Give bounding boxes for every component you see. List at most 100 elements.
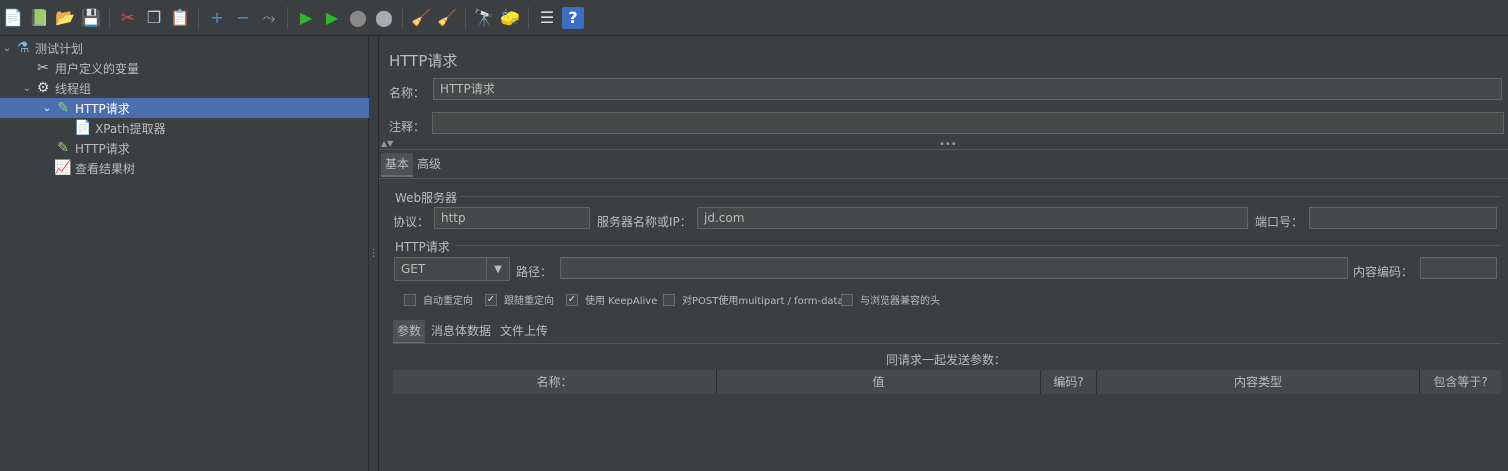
port-field[interactable] — [1309, 207, 1497, 229]
panel-title: HTTP请求 — [389, 52, 458, 70]
search-icon[interactable]: 🔭 — [473, 7, 495, 29]
cut-icon[interactable]: ✂ — [117, 7, 139, 29]
web-server-group-line — [461, 196, 1501, 197]
new-icon[interactable]: 📄 — [2, 7, 24, 29]
tree-item-label: 线程组 — [55, 81, 92, 96]
toolbar-separator — [465, 6, 466, 29]
reset-search-icon[interactable]: 🧽 — [499, 7, 521, 29]
test-plan-icon: ⚗ — [16, 40, 30, 56]
toolbar: 📄 📗 📂 💾 ✂ ❐ 📋 + − ⤳ ▶ ▶ ⬤ ⬤ 🧹 🧹 🔭 🧽 ☰? — [0, 0, 1508, 36]
tree-item[interactable]: ⌄ ⚗ 测试计划 — [0, 38, 369, 58]
templates-icon[interactable]: 📗 — [28, 7, 50, 29]
tree-item-label: 用户定义的变量 — [55, 61, 140, 76]
protocol-field[interactable]: http — [434, 207, 590, 229]
clear-icon[interactable]: 🧹 — [410, 7, 432, 29]
encoding-field[interactable] — [1420, 257, 1497, 279]
method-value: GET — [401, 262, 426, 276]
tree-item[interactable]: ⌄ ✎ HTTP请求 — [0, 98, 369, 118]
xpath-extractor-icon: 📄 — [74, 120, 92, 136]
server-field[interactable]: jd.com — [697, 207, 1248, 229]
clear-all-icon[interactable]: 🧹 — [436, 7, 458, 29]
collapse-icon[interactable]: − — [232, 7, 254, 29]
column-content-type[interactable]: 内容类型 — [1097, 370, 1420, 394]
tree-item[interactable]: 📄 XPath提取器 — [0, 118, 369, 138]
tree-item[interactable]: ⌄ ⚙ 线程组 — [0, 78, 369, 98]
http-sampler-icon: ✎ — [57, 140, 69, 156]
chevron-down-icon[interactable]: ⌄ — [20, 83, 34, 94]
thread-group-icon: ⚙ — [36, 80, 50, 96]
comment-label: 注释： — [389, 120, 426, 134]
tab-basic[interactable]: 基本 — [381, 153, 414, 177]
toolbar-separator — [287, 6, 288, 29]
checkbox-label: 对POST使用multipart / form-data — [682, 296, 844, 307]
checkbox-box[interactable] — [404, 293, 416, 306]
http-request-group-line — [455, 245, 1501, 246]
column-include-equals[interactable]: 包含等于? — [1420, 370, 1501, 394]
tab-parameters[interactable]: 参数 — [393, 320, 426, 344]
open-icon[interactable]: 📂 — [54, 7, 76, 29]
tree-item[interactable]: 📈 查看结果树 — [0, 158, 369, 178]
tree-item[interactable]: ✎ HTTP请求 — [0, 138, 369, 158]
column-value[interactable]: 值 — [717, 370, 1041, 394]
pane-splitter[interactable]: ⋮ — [369, 36, 379, 471]
toolbar-separator — [198, 6, 199, 29]
port-label: 端口号： — [1255, 215, 1304, 229]
checkbox-label: 使用 KeepAlive — [585, 296, 658, 307]
name-label: 名称： — [389, 86, 426, 100]
name-field[interactable]: HTTP请求 — [433, 78, 1502, 100]
checkbox-label: 自动重定向 — [423, 296, 473, 307]
stop-icon[interactable]: ⬤ — [347, 7, 369, 29]
method-select[interactable]: GET ▼ — [394, 257, 510, 281]
divider — [379, 149, 1508, 150]
checkbox-box[interactable]: ✓ — [566, 293, 578, 306]
paste-icon[interactable]: 📋 — [169, 7, 191, 29]
function-helper-icon[interactable]: ☰ — [536, 7, 558, 29]
shutdown-icon[interactable]: ⬤ — [373, 7, 395, 29]
tree-item-label: 测试计划 — [35, 41, 84, 56]
column-name[interactable]: 名称： — [393, 370, 717, 394]
copy-icon[interactable]: ❐ — [143, 7, 165, 29]
params-table-header: 名称： 值 编码? 内容类型 包含等于? — [393, 370, 1501, 394]
start-icon[interactable]: ▶ — [295, 7, 317, 29]
chevron-down-icon[interactable]: ⌄ — [40, 103, 54, 114]
checkbox-label: 与浏览器兼容的头 — [860, 296, 940, 307]
chevron-down-icon[interactable]: ⌄ — [0, 43, 14, 54]
toolbar-separator — [528, 6, 529, 29]
path-field[interactable] — [560, 257, 1348, 279]
tree-item-label: HTTP请求 — [75, 101, 130, 116]
encoding-label: 内容编码： — [1353, 265, 1414, 279]
http-request-group-label: HTTP请求 — [395, 240, 450, 254]
follow-redirect-checkbox[interactable]: ✓ 跟随重定向 — [485, 292, 554, 307]
tab-body-data[interactable]: 消息体数据 — [427, 320, 495, 342]
chevron-down-icon[interactable]: ▼ — [486, 258, 509, 280]
tab-file-upload[interactable]: 文件上传 — [496, 320, 552, 342]
help-icon[interactable]: ? — [562, 6, 584, 29]
toolbar-separator — [402, 6, 403, 29]
multipart-checkbox[interactable]: 对POST使用multipart / form-data — [663, 292, 844, 307]
checkbox-box[interactable] — [663, 293, 675, 306]
column-encode[interactable]: 编码? — [1041, 370, 1097, 394]
test-plan-tree: ⌄ ⚗ 测试计划 ✂ 用户定义的变量 ⌄ ⚙ 线程组 ⌄ ✎ HTTP请求 📄 XPath提取器 ✎ HTT… — [0, 36, 369, 471]
comment-field[interactable] — [432, 112, 1504, 134]
web-server-group-label: Web服务器 — [395, 191, 458, 205]
tree-item-label: 查看结果树 — [75, 161, 136, 176]
protocol-label: 协议： — [393, 215, 430, 229]
keepalive-checkbox[interactable]: ✓ 使用 KeepAlive — [566, 292, 657, 307]
expand-icon[interactable]: + — [206, 7, 228, 29]
variables-icon: ✂ — [37, 60, 49, 76]
sub-tab-divider — [393, 343, 1501, 344]
toolbar-separator — [109, 6, 110, 29]
tree-item[interactable]: ✂ 用户定义的变量 — [0, 58, 369, 78]
auto-redirect-checkbox[interactable]: 自动重定向 — [404, 292, 473, 307]
checkbox-box[interactable]: ✓ — [485, 293, 497, 306]
save-icon[interactable]: 💾 — [80, 7, 102, 29]
tab-advanced[interactable]: 高级 — [413, 153, 445, 175]
checkbox-box[interactable] — [841, 293, 853, 306]
start-no-pause-icon[interactable]: ▶ — [321, 7, 343, 29]
browser-headers-checkbox[interactable]: 与浏览器兼容的头 — [841, 292, 940, 307]
collapse-arrows-icon[interactable]: ▲▼ — [381, 139, 393, 148]
http-request-panel: HTTP请求 名称： HTTP请求 注释： ▲▼ ••• 基本 高级 Web服务… — [379, 36, 1508, 471]
server-label: 服务器名称或IP： — [597, 215, 692, 229]
checkbox-label: 跟随重定向 — [504, 296, 554, 307]
toggle-icon[interactable]: ⤳ — [258, 7, 280, 29]
